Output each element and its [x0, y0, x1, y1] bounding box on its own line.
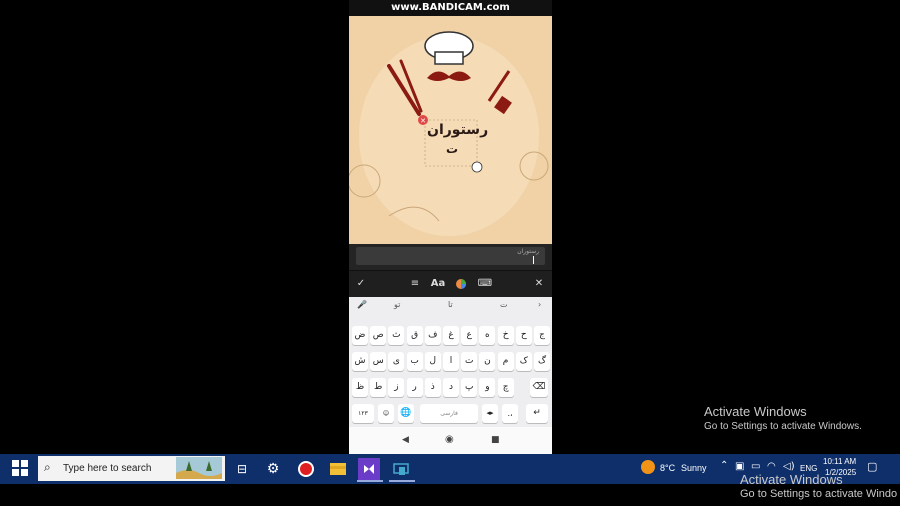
bandicam-icon[interactable]	[295, 458, 317, 480]
search-icon: ⌕	[44, 460, 51, 474]
visual-studio-icon[interactable]	[358, 458, 380, 480]
recorder-watermark: www.BANDICAM.com	[349, 0, 552, 16]
row1-key[interactable]: ح	[515, 326, 532, 345]
wifi-icon[interactable]: ◠	[767, 461, 776, 472]
suggestion-2[interactable]: تا	[448, 300, 453, 309]
align-icon[interactable]: ≡	[406, 271, 424, 297]
row2-key[interactable]: ن	[479, 352, 496, 371]
row1-key[interactable]: ف	[424, 326, 441, 345]
activate-windows-subtitle: Go to Settings to activate Windows.	[704, 421, 862, 432]
row1-key[interactable]: ث	[388, 326, 405, 345]
task-view-icon[interactable]: ⊟	[231, 458, 253, 480]
notifications-icon[interactable]: ▢	[867, 460, 877, 473]
file-explorer-icon[interactable]	[327, 458, 349, 480]
row1-key[interactable]: ض	[352, 326, 368, 345]
row3-key[interactable]: ز	[388, 378, 405, 397]
text-input[interactable]: رستوران	[356, 247, 545, 265]
weather-desc[interactable]: Sunny	[681, 463, 707, 473]
row1-key[interactable]: خ	[497, 326, 514, 345]
row1-key[interactable]: غ	[443, 326, 459, 345]
row2-key[interactable]: ل	[424, 352, 441, 371]
row1-key[interactable]: ع	[461, 326, 478, 345]
numbers-key[interactable]: ۱۲۳	[352, 404, 374, 423]
recents-icon[interactable]: ■	[491, 435, 500, 445]
row2-key[interactable]: ش	[352, 352, 368, 371]
row1-key[interactable]: ه	[479, 326, 496, 345]
row2-key[interactable]: م	[497, 352, 514, 371]
row3-key[interactable]: ط	[370, 378, 387, 397]
home-icon[interactable]: ◉	[445, 434, 454, 445]
svg-text:✕: ✕	[420, 117, 426, 125]
punctuation-key[interactable]: .،	[502, 404, 518, 423]
row2-key[interactable]: س	[370, 352, 387, 371]
weather-temp[interactable]: 8°C	[660, 463, 675, 473]
resize-handle-icon	[471, 161, 483, 173]
chevron-right-icon[interactable]: ›	[538, 300, 541, 309]
backspace-key[interactable]: ⌫	[530, 378, 548, 397]
chevron-up-icon[interactable]: ⌃	[720, 460, 728, 471]
keyboard-icon[interactable]: ⌨	[476, 271, 494, 297]
row3-key[interactable]: ذ	[424, 378, 441, 397]
search-placeholder: Type here to search	[63, 463, 152, 474]
phone-link-icon[interactable]	[390, 458, 412, 480]
network-icon[interactable]: ▣	[735, 461, 744, 472]
text-toolbar	[349, 271, 552, 297]
row2-key[interactable]: ی	[388, 352, 405, 371]
canvas-text-line2[interactable]: ت	[427, 142, 477, 156]
row1-key[interactable]: ج	[534, 326, 550, 345]
suggestion-3[interactable]: ت	[500, 300, 508, 309]
font-button[interactable]: Aa	[429, 271, 447, 297]
sun-weather-icon	[641, 460, 655, 474]
settings-gear-icon[interactable]: ⚙	[262, 458, 284, 480]
volume-icon[interactable]: ◁)	[783, 461, 795, 472]
battery-icon[interactable]: ▭	[751, 461, 760, 472]
row2-key[interactable]: ب	[406, 352, 423, 371]
globe-icon[interactable]: 🌐	[398, 404, 414, 423]
enter-key[interactable]: ↵	[526, 404, 548, 423]
cursor-move-key[interactable]: ◂▸	[482, 404, 498, 423]
row3-key[interactable]: ر	[406, 378, 423, 397]
text-cursor	[533, 256, 534, 264]
row3-key[interactable]: پ	[461, 378, 478, 397]
color-wheel-icon[interactable]	[452, 271, 470, 297]
row1-key[interactable]: ص	[370, 326, 387, 345]
emoji-key[interactable]: ☺	[378, 404, 394, 423]
row2-key[interactable]: گ	[534, 352, 550, 371]
mic-icon[interactable]: 🎤	[357, 300, 367, 309]
row2-key[interactable]: ت	[461, 352, 478, 371]
row2-key[interactable]: ک	[515, 352, 532, 371]
search-highlight-icon	[176, 457, 222, 479]
back-icon[interactable]: ◀	[402, 435, 409, 445]
space-key[interactable]: فارسی	[420, 404, 478, 423]
activate-windows-title: Activate Windows	[704, 404, 807, 419]
row3-key[interactable]: چ	[497, 378, 514, 397]
design-canvas[interactable]: ✕ رستوران ت	[349, 16, 552, 244]
clock-time[interactable]: 10:11 AM	[823, 457, 856, 466]
canvas-text-line1[interactable]: رستوران	[427, 122, 488, 138]
row3-key[interactable]: ظ	[352, 378, 368, 397]
suggestion-1[interactable]: تو	[394, 300, 400, 309]
confirm-icon[interactable]: ✓	[352, 271, 370, 297]
activate-windows-title-2: Activate Windows	[740, 472, 843, 487]
windows-start-icon[interactable]	[12, 460, 28, 476]
row2-key[interactable]: ا	[443, 352, 459, 371]
active-app-indicator-2	[389, 480, 415, 482]
row1-key[interactable]: ق	[406, 326, 423, 345]
row3-key[interactable]: د	[443, 378, 459, 397]
active-app-indicator	[357, 480, 383, 482]
close-icon[interactable]: ✕	[530, 271, 548, 297]
row3-key[interactable]: و	[479, 378, 496, 397]
activate-windows-subtitle-2: Go to Settings to activate Windo	[740, 488, 898, 500]
